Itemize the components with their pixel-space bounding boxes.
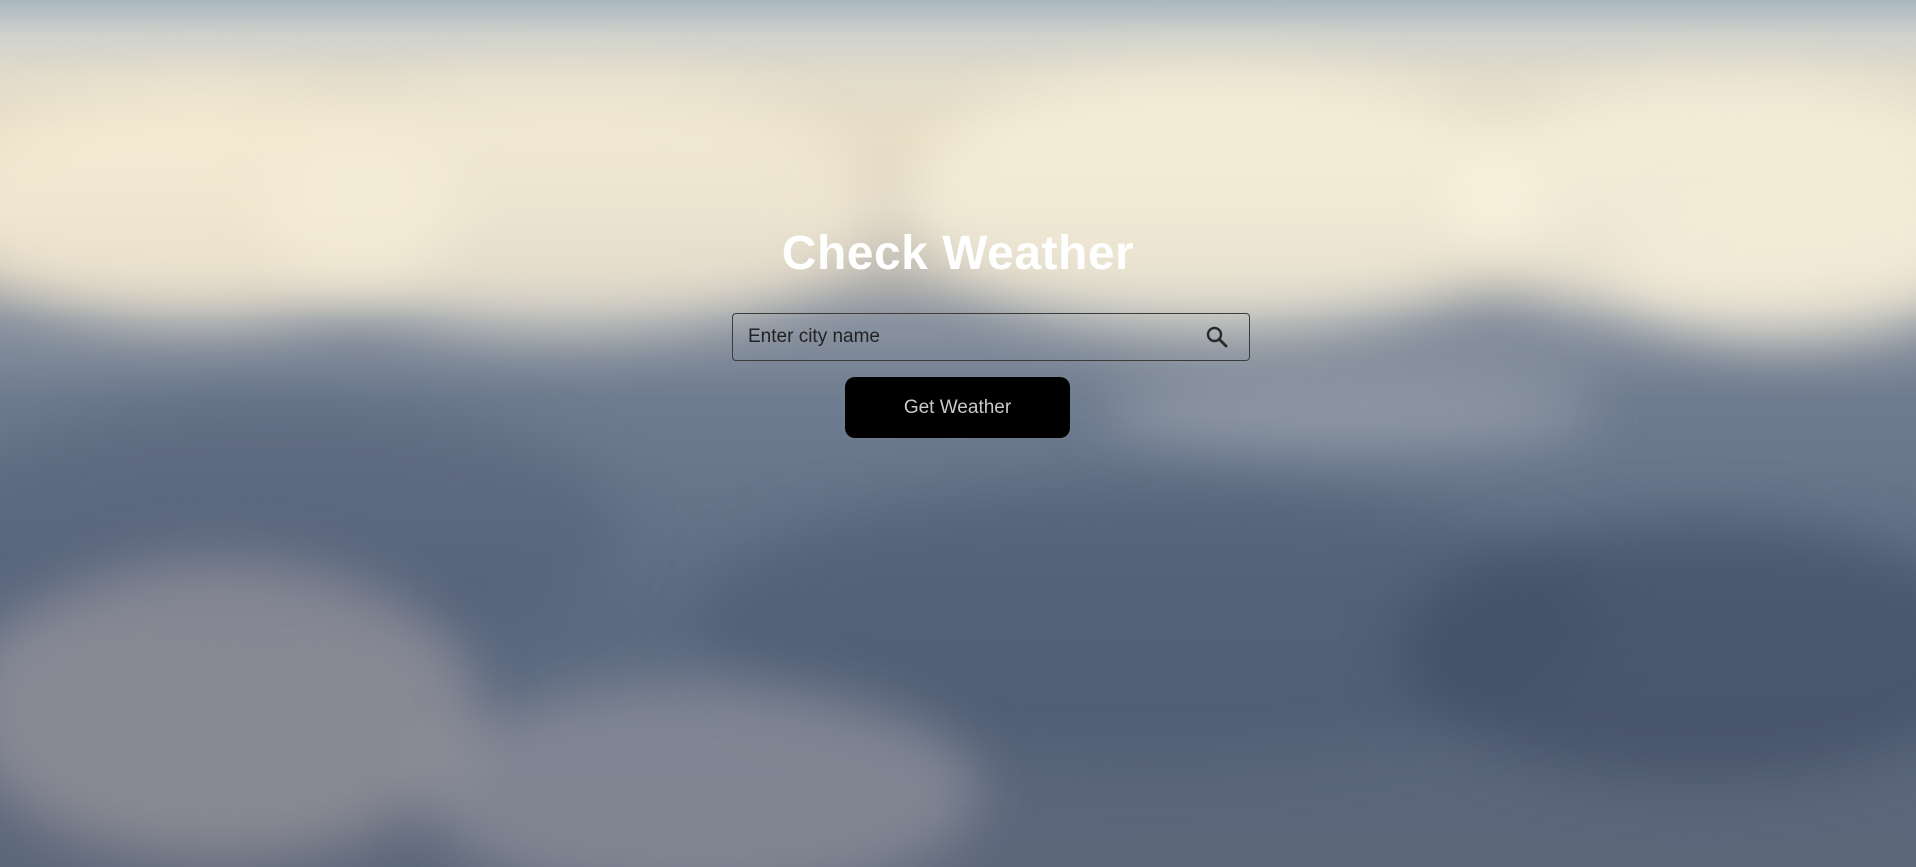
get-weather-button[interactable]: Get Weather: [845, 377, 1070, 438]
page-title: Check Weather: [781, 227, 1135, 280]
search-input[interactable]: [733, 314, 1193, 360]
search-box: [732, 313, 1250, 361]
search-icon[interactable]: [1193, 314, 1241, 360]
